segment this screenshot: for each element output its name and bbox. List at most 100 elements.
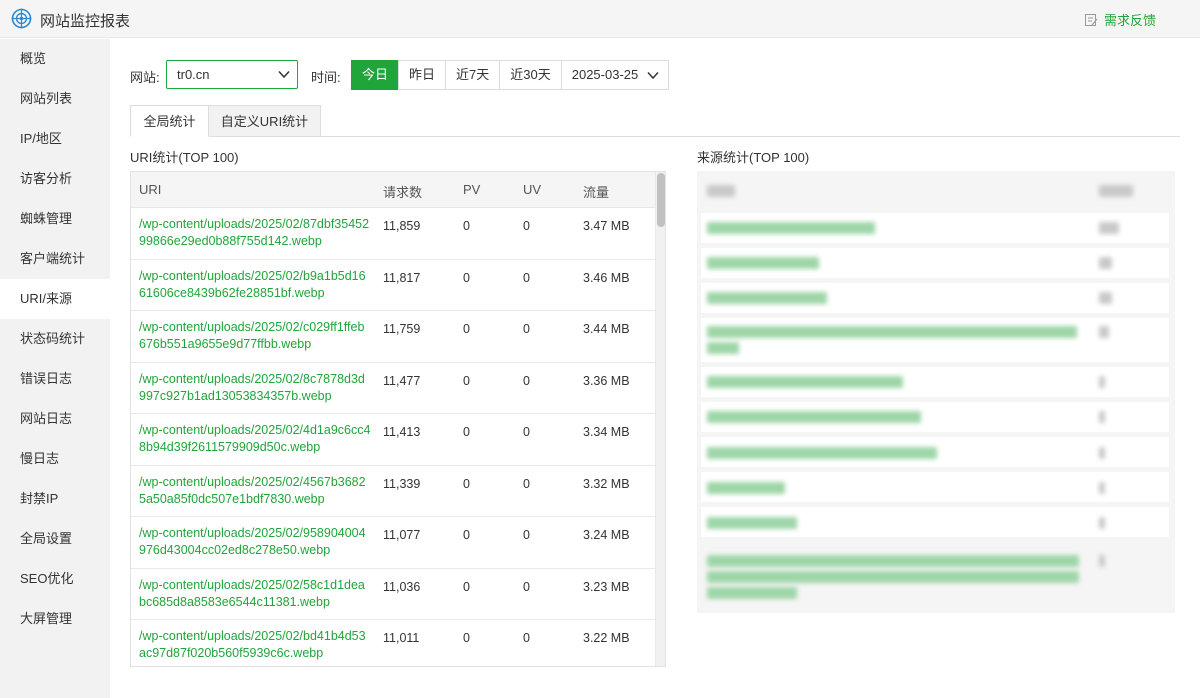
blurred-source (707, 447, 937, 459)
uri-table-header: URI 请求数 PV UV 流量 (131, 172, 665, 208)
blurred-count (1099, 376, 1105, 388)
tab-custom-uri-stats[interactable]: 自定义URI统计 (209, 105, 321, 137)
pv-cell: 0 (463, 476, 470, 491)
requests-cell: 11,759 (383, 322, 421, 336)
sidebar-item-global-settings[interactable]: 全局设置 (0, 519, 110, 559)
uv-cell: 0 (523, 219, 530, 233)
sidebar-item-site-list[interactable]: 网站列表 (0, 79, 110, 119)
col-uv[interactable]: UV (523, 182, 541, 197)
uri-link[interactable]: /wp-content/uploads/2025/02/bd41b4d53ac9… (139, 628, 371, 662)
table-row: /wp-content/uploads/2025/02/4d1a9c6cc48b… (131, 414, 655, 466)
table-row: /wp-content/uploads/2025/02/58c1d1deabc6… (131, 569, 655, 620)
uri-link[interactable]: /wp-content/uploads/2025/02/8c7878d3d997… (139, 371, 371, 405)
col-traffic[interactable]: 流量 (583, 182, 609, 201)
col-requests[interactable]: 请求数 (383, 182, 422, 201)
blurred-count (1099, 482, 1105, 494)
uv-cell: 0 (523, 631, 530, 645)
sidebar-item-site-log[interactable]: 网站日志 (0, 399, 110, 439)
table-row: /wp-content/uploads/2025/02/8c7878d3d997… (131, 363, 655, 414)
uri-rows: /wp-content/uploads/2025/02/87dbf3545299… (131, 208, 655, 666)
uv-cell: 0 (523, 425, 530, 439)
uri-link[interactable]: /wp-content/uploads/2025/02/4567b36825a5… (139, 474, 371, 508)
sidebar-item-client-stats[interactable]: 客户端统计 (0, 239, 110, 279)
traffic-cell: 3.44 MB (583, 322, 630, 336)
time-range-group: 今日 昨日 近7天 近30天 2025-03-25 (351, 60, 670, 90)
blurred-count (1099, 326, 1109, 338)
requests-cell: 11,339 (383, 476, 421, 491)
uri-link[interactable]: /wp-content/uploads/2025/02/58c1d1deabc6… (139, 577, 371, 611)
uri-table: URI 请求数 PV UV 流量 /wp-content/uploads/202… (130, 171, 666, 667)
blurred-source (707, 411, 921, 423)
requests-cell: 11,036 (383, 579, 421, 594)
site-select-value: tr0.cn (177, 67, 210, 82)
traffic-cell: 3.34 MB (583, 425, 630, 439)
feedback-button[interactable]: 需求反馈 (1084, 10, 1156, 29)
scrollbar-thumb[interactable] (657, 173, 665, 227)
sidebar-item-error-log[interactable]: 错误日志 (0, 359, 110, 399)
traffic-cell: 3.47 MB (583, 219, 630, 233)
requests-cell: 11,477 (383, 373, 421, 388)
table-row: /wp-content/uploads/2025/02/b9a1b5d16616… (131, 260, 655, 311)
uri-link[interactable]: /wp-content/uploads/2025/02/87dbf3545299… (139, 216, 371, 250)
date-picker[interactable]: 2025-03-25 (560, 60, 670, 90)
uri-link[interactable]: /wp-content/uploads/2025/02/4d1a9c6cc48b… (139, 422, 371, 456)
col-uri[interactable]: URI (139, 182, 161, 197)
table-row: /wp-content/uploads/2025/02/4567b36825a5… (131, 466, 655, 517)
blurred-source (707, 517, 797, 529)
sidebar-item-uri-source[interactable]: URI/来源 (0, 279, 110, 319)
traffic-cell: 3.23 MB (583, 579, 630, 594)
uv-cell: 0 (523, 476, 530, 491)
uv-cell: 0 (523, 579, 530, 594)
traffic-cell: 3.24 MB (583, 528, 630, 542)
tab-global-stats[interactable]: 全局统计 (130, 105, 209, 137)
traffic-cell: 3.46 MB (583, 270, 630, 285)
chevron-down-icon (647, 71, 659, 80)
feedback-label: 需求反馈 (1104, 13, 1157, 28)
blurred-source (707, 555, 1079, 567)
sidebar-item-seo[interactable]: SEO优化 (0, 559, 110, 599)
blurred-source (707, 342, 739, 354)
pv-cell: 0 (463, 425, 470, 439)
sidebar-item-ip-region[interactable]: IP/地区 (0, 119, 110, 159)
range-30days-button[interactable]: 近30天 (499, 60, 562, 90)
sidebar-item-big-screen[interactable]: 大屏管理 (0, 599, 110, 639)
sidebar-item-overview[interactable]: 概览 (0, 39, 110, 79)
blurred-source (707, 571, 1079, 583)
blurred-count (1099, 222, 1119, 234)
pv-cell: 0 (463, 528, 470, 542)
sidebar-item-blocked-ip[interactable]: 封禁IP (0, 479, 110, 519)
uri-table-scrollbar[interactable] (655, 172, 665, 666)
pv-cell: 0 (463, 373, 470, 388)
requests-cell: 11,011 (383, 631, 420, 645)
col-pv[interactable]: PV (463, 182, 480, 197)
blurred-header (707, 185, 735, 197)
uri-link[interactable]: /wp-content/uploads/2025/02/958904004976… (139, 525, 371, 559)
requests-cell: 11,859 (383, 219, 421, 233)
site-select[interactable]: tr0.cn (166, 60, 298, 89)
title-bar: 网站监控报表 需求反馈 (0, 0, 1200, 38)
uv-cell: 0 (523, 270, 530, 285)
pv-cell: 0 (463, 631, 470, 645)
range-7days-button[interactable]: 近7天 (445, 60, 501, 90)
time-label: 时间: (311, 70, 341, 85)
blurred-count (1099, 447, 1105, 459)
sidebar-item-visitor-analysis[interactable]: 访客分析 (0, 159, 110, 199)
range-yesterday-button[interactable]: 昨日 (398, 60, 447, 90)
blurred-source (707, 222, 875, 234)
pv-cell: 0 (463, 322, 470, 336)
sidebar-item-spider-management[interactable]: 蜘蛛管理 (0, 199, 110, 239)
table-row: /wp-content/uploads/2025/02/c029ff1ffeb6… (131, 311, 655, 363)
uri-link[interactable]: /wp-content/uploads/2025/02/c029ff1ffeb6… (139, 319, 371, 353)
blurred-source (707, 376, 903, 388)
range-today-button[interactable]: 今日 (351, 60, 400, 90)
source-section-title: 来源统计(TOP 100) (697, 150, 810, 165)
table-row: /wp-content/uploads/2025/02/87dbf3545299… (131, 208, 655, 260)
table-row: /wp-content/uploads/2025/02/bd41b4d53ac9… (131, 620, 655, 666)
uri-link[interactable]: /wp-content/uploads/2025/02/b9a1b5d16616… (139, 268, 371, 302)
blurred-source (707, 257, 819, 269)
sidebar-item-status-code[interactable]: 状态码统计 (0, 319, 110, 359)
blurred-source (707, 292, 827, 304)
blurred-count (1099, 257, 1112, 269)
traffic-cell: 3.22 MB (583, 631, 630, 645)
sidebar-item-slow-log[interactable]: 慢日志 (0, 439, 110, 479)
